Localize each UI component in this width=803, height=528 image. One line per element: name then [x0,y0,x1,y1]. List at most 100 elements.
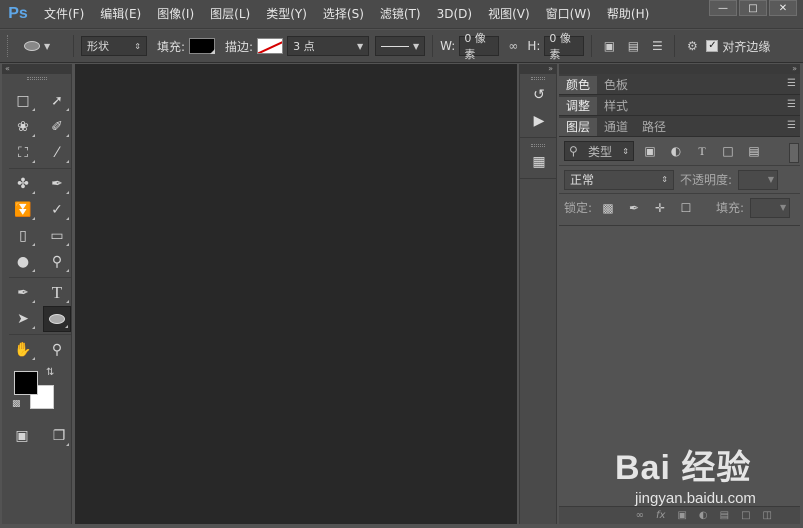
tab-paths[interactable]: 路径 [635,118,673,136]
blur-tool-icon[interactable]: ● [9,249,37,275]
lasso-tool-icon[interactable]: ❀ [9,114,37,140]
trash-icon[interactable]: ◫ [763,510,772,521]
layer-style-icon[interactable]: fx [656,510,665,521]
width-field[interactable]: 0 像素 [459,32,500,61]
align-edges-checkbox[interactable]: ✓ [706,40,719,52]
panel-menu-icon[interactable]: ☰ [787,78,796,89]
menu-window[interactable]: 窗口(W) [538,0,599,29]
eraser-tool-icon[interactable]: ▯ [9,223,37,249]
actions-panel-icon[interactable]: ▶ [520,108,558,134]
tool-preset-picker[interactable]: ▼ [18,35,66,57]
collapse-dock-button[interactable]: » [520,64,556,74]
clone-stamp-tool-icon[interactable]: ⏬ [9,197,37,223]
marquee-tool-icon[interactable]: □ [9,88,37,114]
menu-view[interactable]: 视图(V) [480,0,538,29]
panel-menu-icon[interactable]: ☰ [787,99,796,110]
tool-mode-select[interactable]: 形状 ⇕ [81,36,147,56]
close-button[interactable]: ✕ [769,0,797,16]
tab-styles[interactable]: 样式 [597,97,635,115]
default-colors-icon[interactable]: ▩ [12,399,21,409]
panel-menu-icon[interactable]: ☰ [787,120,796,131]
add-mask-icon[interactable]: ▣ [677,510,686,521]
history-panel-icon[interactable]: ↺ [520,82,558,108]
history-brush-tool-icon[interactable]: ✓ [43,197,71,223]
menu-layer[interactable]: 图层(L) [202,0,258,29]
lock-pixels-icon[interactable]: ✒ [624,201,644,215]
lock-label: 锁定: [564,201,593,215]
dodge-tool-icon[interactable]: ⚲ [43,249,71,275]
link-icon[interactable]: ∞ [503,36,523,56]
foreground-color-swatch[interactable] [14,371,38,395]
smart-object-filter-icon[interactable]: ▤ [744,144,764,158]
gradient-tool-icon[interactable]: ▭ [43,223,71,249]
swap-colors-icon[interactable]: ⇅ [46,367,54,378]
opacity-field[interactable]: ▼ [738,169,779,190]
ellipse-tool-icon[interactable] [43,306,71,332]
menu-type[interactable]: 类型(Y) [258,0,315,29]
menu-help[interactable]: 帮助(H) [599,0,657,29]
shape-filter-icon[interactable]: □ [718,144,738,158]
path-alignment-icon[interactable]: ▤ [623,36,643,56]
path-arrangement-icon[interactable]: ☰ [647,36,667,56]
tab-color[interactable]: 颜色 [559,76,598,94]
collapse-toolbox-button[interactable]: « [2,64,71,74]
image-filter-icon[interactable]: ▣ [640,144,660,158]
screen-mode-icon[interactable]: ❐ [47,423,71,449]
fill-swatch[interactable] [189,38,216,54]
menu-3d[interactable]: 3D(D) [429,0,480,29]
quick-mask-icon[interactable]: ▣ [11,423,33,449]
pen-tool-icon[interactable]: ✒ [9,280,37,306]
stroke-width-field[interactable]: 3 点 ▼ [287,36,370,56]
new-adjustment-icon[interactable]: ◐ [699,510,708,521]
height-field[interactable]: 0 像素 [544,32,585,61]
menu-file[interactable]: 文件(F) [36,0,92,29]
adjustment-filter-icon[interactable]: ◐ [666,144,686,158]
menu-select[interactable]: 选择(S) [315,0,372,29]
tab-channels[interactable]: 通道 [597,118,635,136]
hand-tool-icon[interactable]: ✋ [9,337,37,363]
layer-filter-select[interactable]: ⚲ 类型 ⇕ [564,141,634,161]
layer-list[interactable] [559,225,800,514]
height-label: H: [527,39,541,53]
toolbox-grip[interactable] [2,74,71,82]
menu-image[interactable]: 图像(I) [149,0,202,29]
path-operations-icon[interactable]: ▣ [599,36,619,56]
menu-filter[interactable]: 滤镜(T) [372,0,429,29]
link-layers-icon[interactable]: ∞ [636,510,644,521]
properties-panel-icon[interactable]: ▦ [520,149,558,175]
menu-edit[interactable]: 编辑(E) [92,0,149,29]
fill-opacity-label: 填充: [716,201,745,215]
eyedropper-tool-icon[interactable]: ⁄ [43,140,71,166]
path-selection-tool-icon[interactable]: ➤ [9,306,37,332]
type-filter-icon[interactable]: T [692,144,712,159]
tab-layers[interactable]: 图层 [559,118,598,136]
filter-toggle[interactable] [789,143,799,163]
crop-tool-icon[interactable]: ⛶ [9,140,37,166]
healing-brush-tool-icon[interactable]: ✤ [9,171,37,197]
lock-row: 锁定: ▩ ✒ ✛ ☐ 填充: ▼ [559,193,800,221]
brush-tool-icon[interactable]: ✒ [43,171,71,197]
stroke-swatch[interactable] [257,38,284,54]
move-tool-icon[interactable]: ➚ [43,88,71,114]
updown-icon: ⇕ [661,175,668,184]
document-canvas-area[interactable] [75,64,517,524]
lock-position-icon[interactable]: ✛ [650,201,670,215]
gear-icon[interactable]: ⚙ [682,36,702,56]
zoom-tool-icon[interactable]: ⚲ [43,337,71,363]
quick-selection-tool-icon[interactable]: ✐ [43,114,71,140]
maximize-button[interactable]: □ [739,0,767,16]
type-tool-icon[interactable]: T [43,280,71,306]
options-grip[interactable] [7,35,11,57]
lock-transparent-icon[interactable]: ▩ [598,201,618,215]
lock-all-icon[interactable]: ☐ [676,201,696,215]
updown-icon: ⇕ [622,146,629,156]
tab-swatches[interactable]: 色板 [597,76,635,94]
new-layer-icon[interactable]: □ [741,510,750,521]
tab-adjustments[interactable]: 调整 [559,97,598,115]
new-group-icon[interactable]: ▤ [720,510,729,521]
collapse-panels-button[interactable]: » [559,64,800,74]
stroke-type-select[interactable]: ▼ [375,36,426,56]
minimize-button[interactable]: — [709,0,737,16]
blend-mode-select[interactable]: 正常 ⇕ [564,169,674,190]
fill-opacity-field[interactable]: ▼ [750,197,791,218]
